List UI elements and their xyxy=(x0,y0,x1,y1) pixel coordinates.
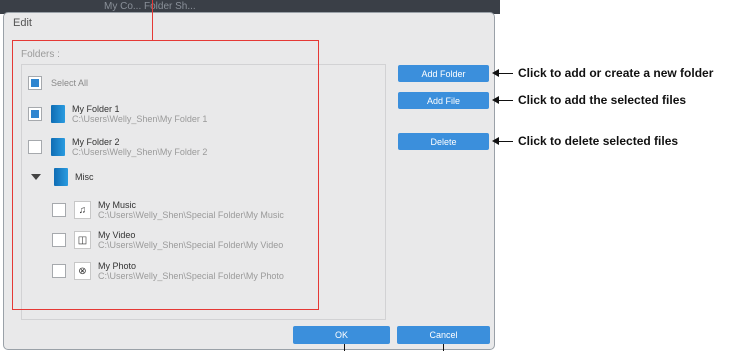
callout-add-folder: Click to add or create a new folder xyxy=(518,66,714,80)
callout-add-file: Click to add the selected files xyxy=(518,93,687,107)
callout-line-add-folder xyxy=(497,73,513,74)
callout-line-add-file xyxy=(497,100,513,101)
dialog-title: Edit xyxy=(13,17,32,29)
callout-line-delete xyxy=(497,141,513,142)
delete-button[interactable]: Delete xyxy=(398,133,489,150)
ok-leader xyxy=(344,344,345,351)
add-file-button[interactable]: Add File xyxy=(398,92,489,109)
add-folder-button[interactable]: Add Folder xyxy=(398,65,489,82)
ok-button[interactable]: OK xyxy=(293,326,390,344)
callout-delete: Click to delete selected files xyxy=(518,134,679,148)
cancel-leader xyxy=(443,344,444,351)
cancel-button[interactable]: Cancel xyxy=(397,326,490,344)
background-text: My Co... Folder Sh... xyxy=(104,1,196,12)
annotation-leader xyxy=(152,0,153,41)
annotation-box xyxy=(12,40,319,310)
